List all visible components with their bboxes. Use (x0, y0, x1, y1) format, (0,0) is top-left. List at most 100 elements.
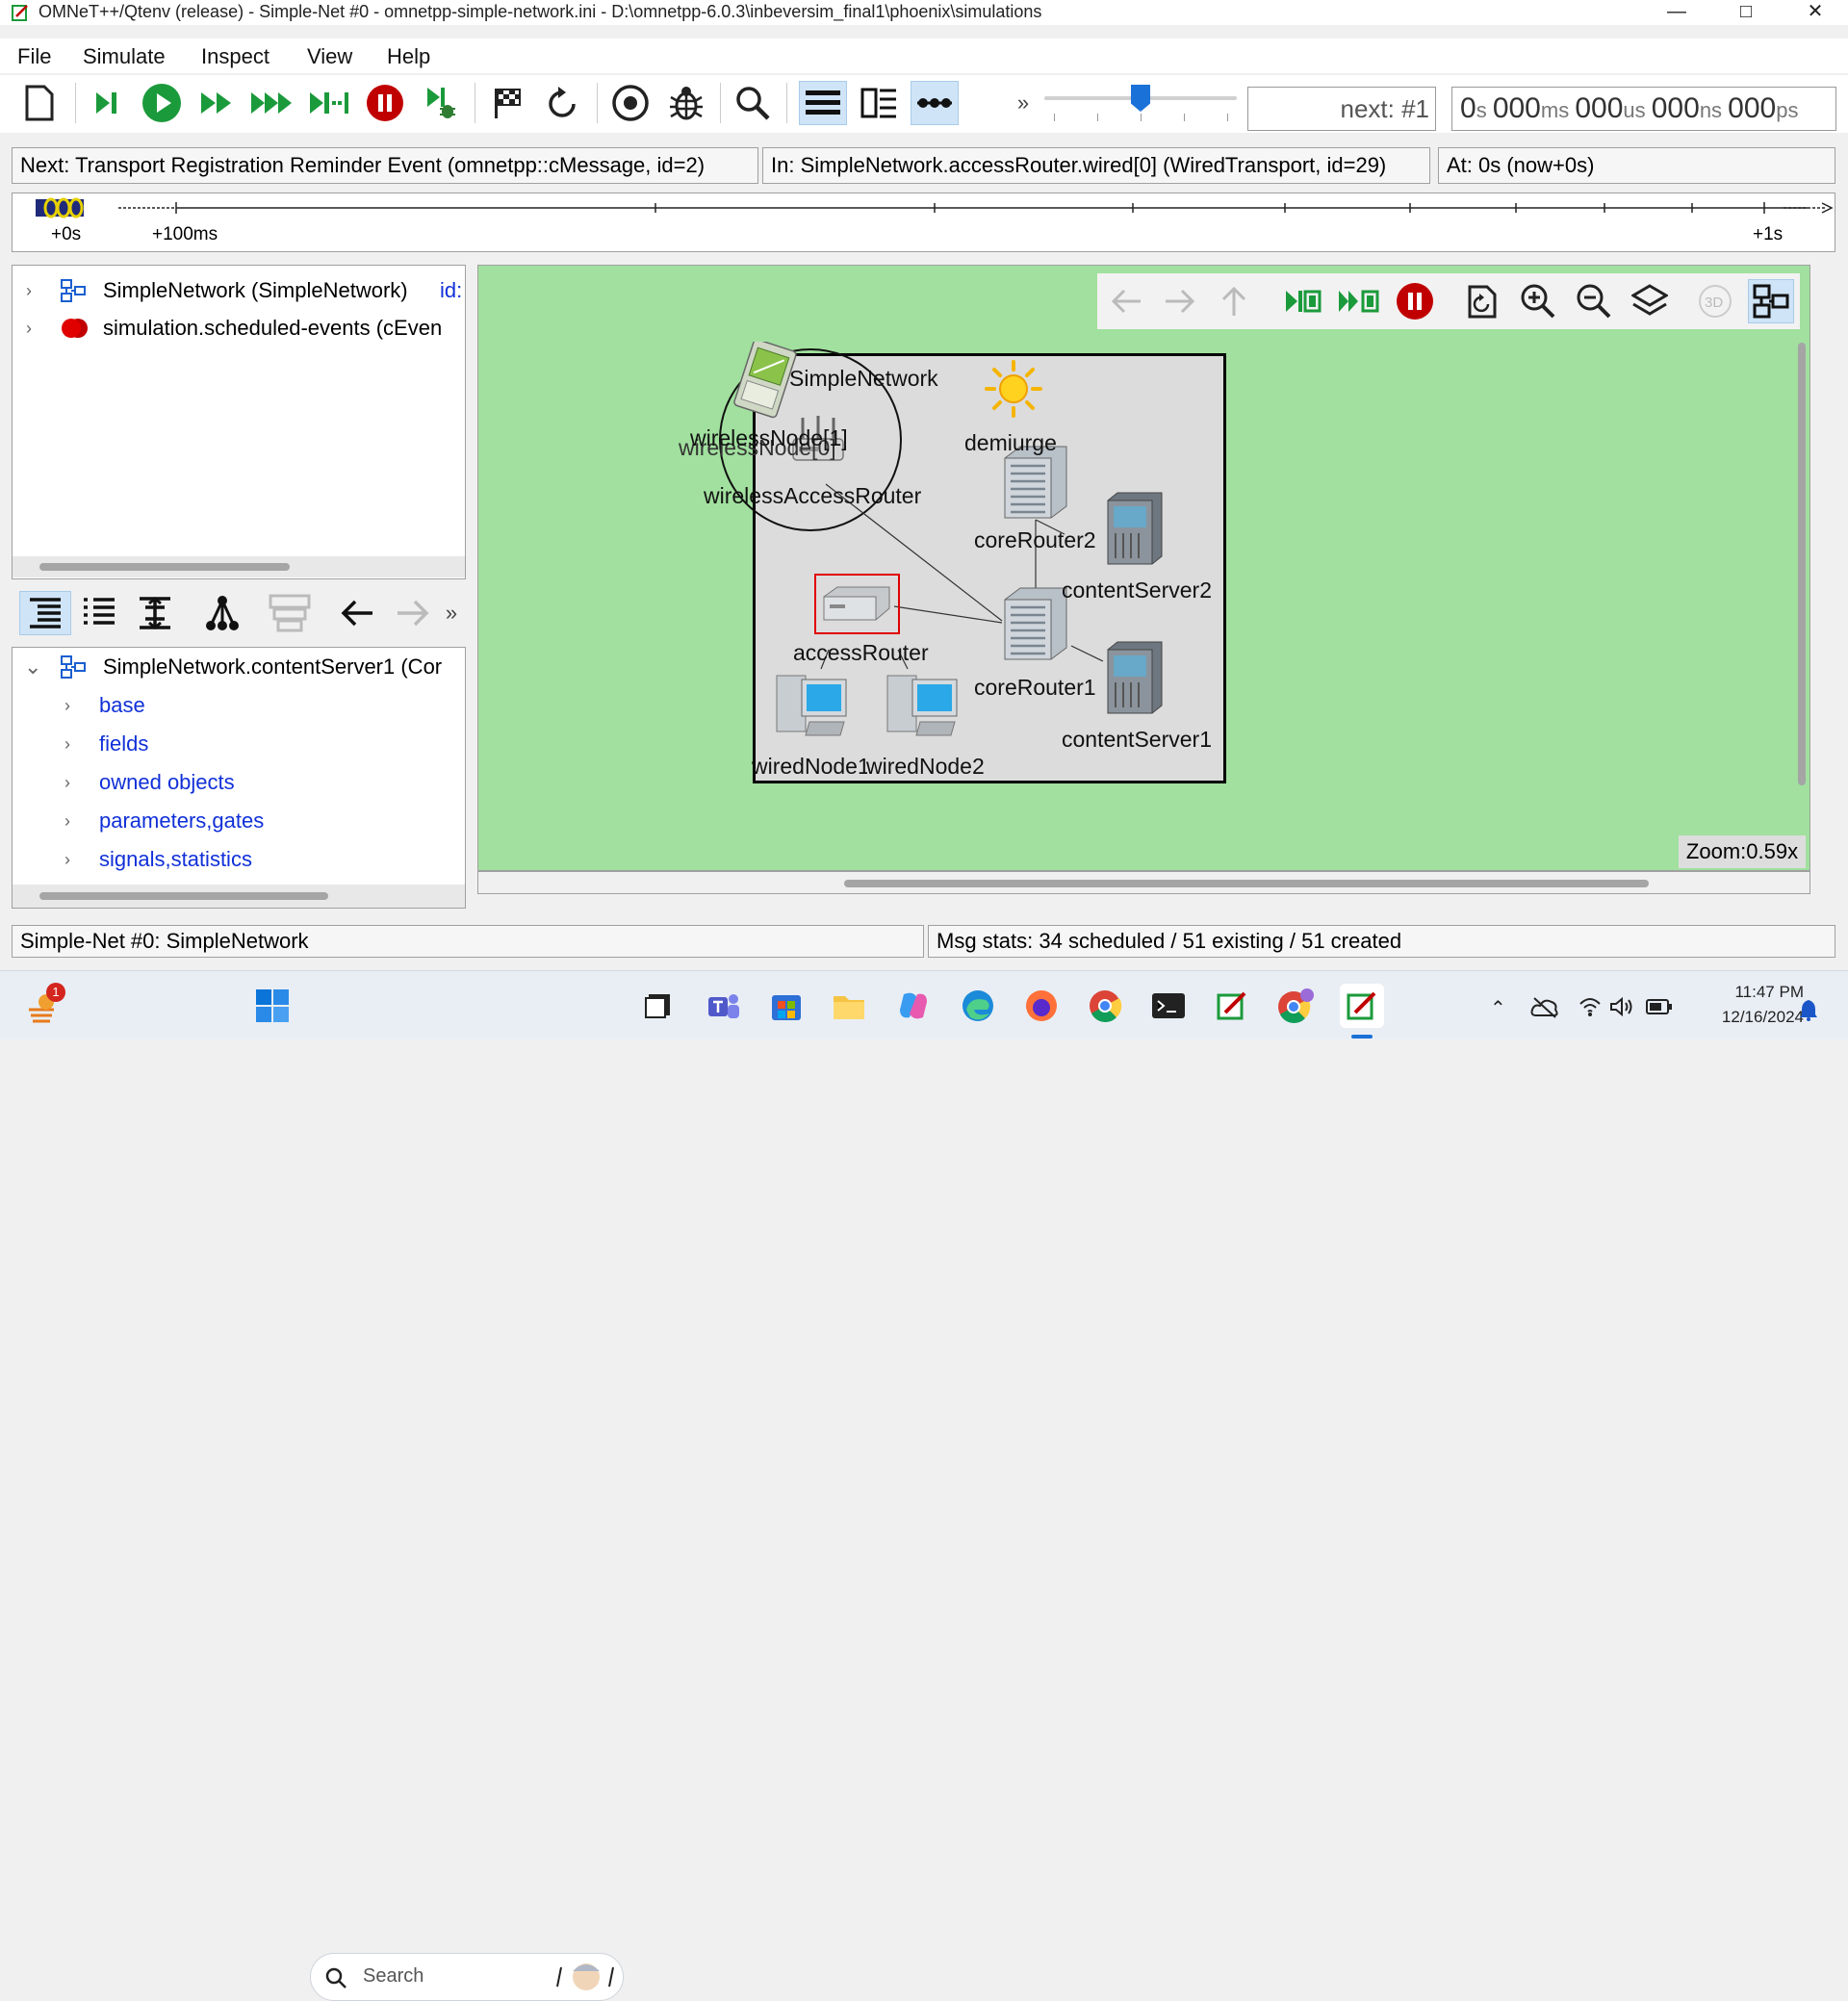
split-view-icon[interactable] (855, 81, 903, 125)
teams-icon[interactable] (705, 987, 743, 1025)
clock-time[interactable]: 11:47 PM (1698, 983, 1804, 1002)
grouped-mode-icon[interactable] (131, 591, 179, 635)
inspector-scrollbar-thumb[interactable] (39, 892, 328, 900)
inheritance-mode-icon[interactable] (198, 591, 246, 635)
tree-item-scheduled-events[interactable]: › simulation.scheduled-events (cEven (13, 311, 465, 346)
file-explorer-icon[interactable] (830, 987, 868, 1025)
canvas-horizontal-scrollbar[interactable] (477, 871, 1810, 894)
access-router-selected[interactable] (814, 574, 900, 634)
copilot-icon[interactable] (894, 987, 933, 1025)
chevron-right-icon[interactable]: › (26, 311, 32, 346)
minimize-button[interactable]: — (1648, 0, 1706, 25)
flat-list-icon[interactable] (75, 591, 123, 635)
status-network: Simple-Net #0: SimpleNetwork (12, 925, 924, 958)
menu-file[interactable]: File (17, 44, 51, 69)
packet-mode-icon[interactable] (266, 591, 314, 635)
access-router-icon[interactable] (816, 576, 898, 632)
chevron-right-icon[interactable]: › (64, 765, 70, 800)
demiurge-sun-icon[interactable] (980, 358, 1047, 420)
menu-view[interactable]: View (307, 44, 352, 69)
wired-node-2-icon[interactable] (884, 666, 962, 743)
object-inspector-panel: ⌄ SimpleNetwork.contentServer1 (Cor › ba… (12, 647, 466, 909)
timeline[interactable]: +0s +100ms +1s (12, 192, 1835, 252)
express-run-icon[interactable] (248, 81, 296, 125)
qtenv-running-icon[interactable] (1340, 984, 1384, 1028)
inspector-overflow[interactable]: » (437, 591, 466, 635)
chevron-right-icon[interactable]: › (26, 273, 32, 308)
toolbar-overflow[interactable]: » (999, 81, 1047, 125)
chevron-right-icon[interactable]: › (64, 688, 70, 723)
record-icon[interactable] (606, 81, 654, 125)
forward-arrow-icon[interactable] (389, 591, 437, 635)
menu-simulate[interactable]: Simulate (83, 44, 166, 69)
wifi-icon[interactable] (1578, 996, 1602, 1017)
chrome-icon[interactable] (1086, 987, 1124, 1025)
microsoft-store-icon[interactable] (767, 987, 806, 1025)
chevron-right-icon[interactable]: › (64, 804, 70, 838)
new-file-icon[interactable] (15, 81, 64, 125)
wired-node-1-label: wiredNode1 (752, 754, 867, 779)
tree-scrollbar[interactable] (13, 556, 465, 577)
chevron-right-icon[interactable]: › (64, 842, 70, 877)
timeline-toggle-icon[interactable] (799, 81, 847, 125)
taskbar-search-box[interactable]: Search (310, 1953, 624, 2001)
content-server-2-icon[interactable] (1102, 491, 1168, 568)
inspector-scrollbar[interactable] (13, 885, 465, 908)
next-event-display: next: #1 (1247, 87, 1436, 131)
run-icon[interactable] (138, 81, 186, 125)
edge-browser-icon[interactable] (959, 987, 997, 1025)
step-icon[interactable] (82, 81, 130, 125)
inspector-group-owned-objects[interactable]: › owned objects (13, 765, 465, 800)
search-icon (325, 1967, 346, 1988)
volume-icon[interactable] (1609, 996, 1634, 1017)
maximize-button[interactable]: □ (1717, 0, 1775, 25)
wired-node-1-icon[interactable] (773, 666, 852, 743)
chevron-right-icon[interactable]: › (64, 727, 70, 761)
menu-inspect[interactable]: Inspect (201, 44, 270, 69)
chevron-down-icon[interactable]: ⌄ (24, 650, 41, 684)
network-links (719, 348, 1104, 670)
onedrive-icon[interactable] (1530, 996, 1559, 1019)
animation-icon[interactable] (911, 81, 959, 125)
inspector-group-fields[interactable]: › fields (13, 727, 465, 761)
children-mode-icon[interactable] (19, 591, 71, 635)
task-view-icon[interactable] (639, 987, 678, 1025)
debug-next-icon[interactable] (417, 81, 465, 125)
chevron-up-icon[interactable]: ⌃ (1490, 996, 1506, 1020)
inspector-group-parameters-gates[interactable]: › parameters,gates (13, 804, 465, 838)
rebuild-icon[interactable] (539, 81, 587, 125)
inspector-root[interactable]: ⌄ SimpleNetwork.contentServer1 (Cor (13, 650, 465, 684)
windows-start-icon[interactable] (253, 987, 292, 1025)
inspector-group-base[interactable]: › base (13, 688, 465, 723)
firefox-icon[interactable] (1022, 987, 1061, 1025)
terminal-icon[interactable] (1149, 987, 1188, 1025)
notification-bell-icon[interactable] (1798, 998, 1819, 1021)
menu-help[interactable]: Help (387, 44, 430, 69)
speed-slider[interactable] (1044, 85, 1237, 129)
content-server-1-icon[interactable] (1102, 640, 1168, 717)
fast-run-icon[interactable] (193, 81, 242, 125)
find-icon[interactable] (729, 81, 777, 125)
chrome-profile-icon[interactable] (1276, 987, 1315, 1025)
finish-icon[interactable] (483, 81, 531, 125)
simulation-time-display: 0s 000ms 000us 000ns 000ps (1451, 87, 1836, 131)
canvas-horizontal-thumb[interactable] (844, 880, 1649, 887)
tree-scrollbar-thumb[interactable] (39, 563, 290, 571)
debug-icon[interactable] (662, 81, 710, 125)
core-router-1-icon[interactable] (1001, 584, 1070, 663)
notification-badge: 1 (46, 983, 65, 1002)
clock-date[interactable]: 12/16/2024 (1690, 1008, 1804, 1027)
run-until-icon[interactable] (305, 81, 353, 125)
tree-item-label: simulation.scheduled-events (cEven (103, 316, 443, 340)
omnetpp-ide-icon[interactable] (1213, 987, 1251, 1025)
battery-icon[interactable] (1646, 998, 1673, 1015)
speed-slider-handle[interactable] (1131, 85, 1150, 112)
network-module-icon (61, 655, 86, 679)
close-button[interactable]: ✕ (1786, 0, 1844, 25)
inspector-group-signals-statistics[interactable]: › signals,statistics (13, 842, 465, 877)
back-arrow-icon[interactable] (333, 591, 381, 635)
event-queue-icon (62, 319, 88, 338)
active-app-indicator (1351, 1035, 1373, 1039)
stop-icon[interactable] (361, 81, 409, 125)
tree-item-simplenetwork[interactable]: › SimpleNetwork (SimpleNetwork) id: (13, 273, 465, 308)
